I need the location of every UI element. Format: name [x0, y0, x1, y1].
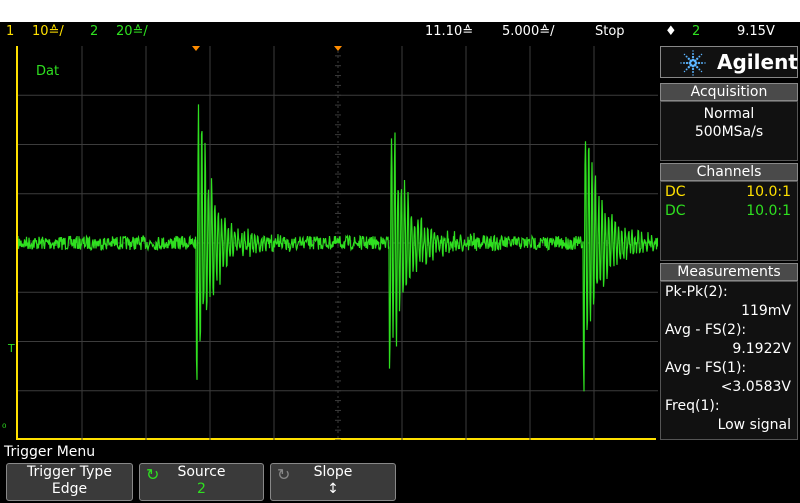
spark-dot [696, 57, 699, 60]
spark-dot [683, 53, 686, 56]
spark-dot [692, 53, 694, 55]
source-softkey[interactable]: ↻ Source 2 [139, 463, 264, 501]
spark-dot [683, 62, 685, 64]
spark-dot [685, 55, 688, 58]
meas-freq-value: Low signal [717, 417, 791, 433]
acquisition-body: Normal 500MSa/s [660, 101, 798, 161]
ch1-coupling: DC [665, 184, 686, 200]
spark-dot [691, 67, 695, 71]
ch1-scale[interactable]: 10≙/ [32, 22, 64, 42]
meas-avg2-label: Avg - FS(2): [665, 322, 747, 338]
trigger-level[interactable]: 9.15V [737, 22, 775, 42]
trigger-type-softkey[interactable]: Trigger Type Edge [6, 463, 133, 501]
channel-row-1: DC 10.0:1 [661, 183, 797, 202]
meas-avg1-value: <3.0583V [720, 379, 791, 395]
brand-logo: Agilent [660, 46, 798, 78]
spark-dot [683, 70, 686, 73]
status-bar: 1 10≙/ 2 20≙/ 11.10≙ 5.000≙/ Stop ♦ 2 9.… [0, 22, 800, 42]
ch2-probe: 10.0:1 [746, 203, 791, 219]
spark-dot [692, 50, 694, 52]
ch1-number[interactable]: 1 [6, 22, 14, 42]
ground-marker[interactable]: ₀ [2, 418, 6, 431]
ch2-coupling: DC [665, 203, 686, 219]
measurements-header[interactable]: Measurements [660, 263, 798, 281]
meas-name: Avg - FS(2): [661, 321, 797, 340]
softkey-value: Edge [51, 481, 88, 497]
waveform-svg [18, 46, 658, 440]
meas-value: <3.0583V [661, 378, 797, 397]
measurements-body: Pk-Pk(2): 119mV Avg - FS(2): 9.1922V Avg… [660, 281, 798, 440]
spark-dot [697, 61, 701, 65]
menu-title: Trigger Menu [4, 444, 96, 460]
channel-row-2: DC 10.0:1 [661, 202, 797, 221]
channels-body: DC 10.0:1 DC 10.0:1 [660, 181, 798, 261]
spark-dot [680, 62, 682, 64]
spark-dot [691, 55, 695, 59]
spark-dot [700, 53, 703, 56]
spark-dot [687, 57, 690, 60]
run-state[interactable]: Stop [595, 22, 625, 42]
ch1-probe: 10.0:1 [746, 184, 791, 200]
spark-dot [700, 70, 703, 73]
brand-name: Agilent [717, 50, 798, 74]
trigger-position-marker [192, 46, 200, 51]
meas-avg1-label: Avg - FS(1): [665, 360, 747, 376]
spark-dot [701, 62, 703, 64]
trigger-icon: ♦ [665, 24, 677, 39]
delay-reference-marker [334, 46, 342, 51]
side-panel: Agilent Acquisition Normal 500MSa/s Chan… [660, 46, 800, 440]
spark-dot [685, 61, 689, 65]
meas-name: Avg - FS(1): [661, 359, 797, 378]
spark-dot [698, 55, 701, 58]
time-scale[interactable]: 5.000≙/ [502, 22, 555, 42]
meas-pkpk-value: 119mV [741, 303, 791, 319]
trigger-level-marker[interactable]: T [8, 342, 15, 355]
meas-avg2-value: 9.1922V [732, 341, 791, 357]
spark-dot [692, 74, 694, 76]
time-offset[interactable]: 11.10≙ [425, 22, 473, 42]
spark-dot [685, 68, 688, 71]
agilent-spark-icon [680, 50, 706, 76]
channels-header[interactable]: Channels [660, 163, 798, 181]
waveform-display[interactable] [16, 46, 658, 440]
spark-dot [692, 71, 694, 73]
spark-dot [687, 66, 690, 69]
ch2-number[interactable]: 2 [90, 22, 98, 42]
meas-value: Low signal [661, 416, 797, 435]
spark-dot [704, 62, 706, 64]
meas-value: 119mV [661, 302, 797, 321]
meas-freq-label: Freq(1): [665, 398, 720, 414]
acquisition-header[interactable]: Acquisition [660, 83, 798, 101]
spark-dot [693, 59, 697, 63]
sample-rate: 500MSa/s [694, 124, 764, 140]
ch2-scale[interactable]: 20≙/ [116, 22, 148, 42]
rotate-knob-icon: ↻ [277, 465, 291, 484]
slope-softkey[interactable]: ↻ Slope ↕ [270, 463, 396, 501]
spark-dot [698, 68, 701, 71]
softkey-label: Trigger Type [27, 464, 112, 480]
meas-name: Pk-Pk(2): [661, 283, 797, 302]
window-top-bar [0, 0, 800, 22]
trigger-channel[interactable]: 2 [692, 22, 700, 42]
acquisition-mode: Normal [703, 106, 755, 122]
meas-pkpk-label: Pk-Pk(2): [665, 284, 728, 300]
meas-value: 9.1922V [661, 340, 797, 359]
meas-name: Freq(1): [661, 397, 797, 416]
waveform-label: Dat [36, 64, 60, 79]
spark-dot [696, 66, 699, 69]
rotate-knob-icon: ↻ [146, 465, 160, 484]
